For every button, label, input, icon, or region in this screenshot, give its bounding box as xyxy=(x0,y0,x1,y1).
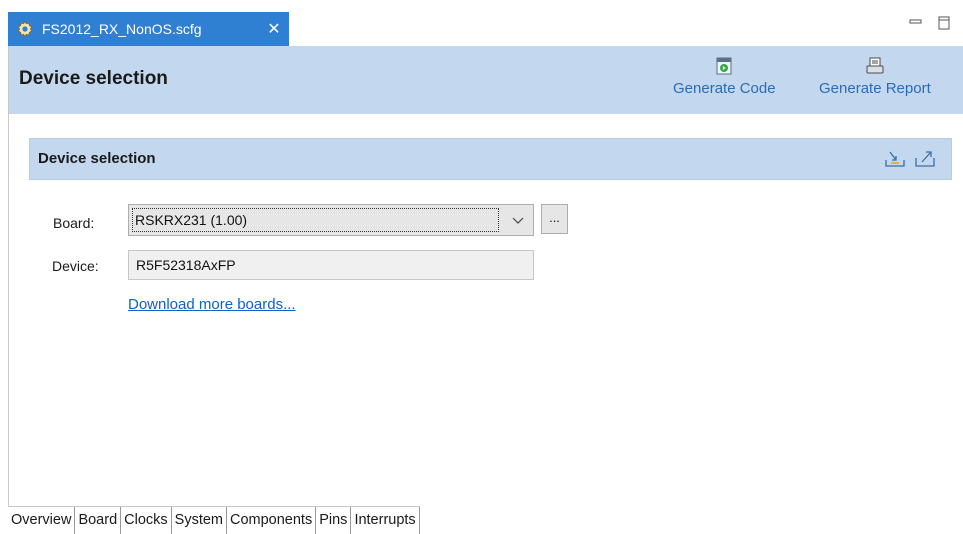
tab-title: FS2012_RX_NonOS.scfg xyxy=(42,21,202,37)
chevron-down-icon[interactable] xyxy=(509,211,527,229)
generate-code-button[interactable]: Generate Code xyxy=(673,54,776,97)
export-icon[interactable] xyxy=(913,148,937,170)
maximize-icon[interactable] xyxy=(935,14,953,32)
minimize-icon[interactable] xyxy=(907,14,925,32)
page-title: Device selection xyxy=(19,68,168,89)
form-header: Device selection Generate Code Generate … xyxy=(9,46,963,114)
generate-code-label: Generate Code xyxy=(673,80,776,97)
browse-button[interactable]: ... xyxy=(541,204,568,234)
tab-system[interactable]: System xyxy=(171,507,227,534)
page-tab-bar: Overview Board Clocks System Components … xyxy=(8,506,420,534)
section-title: Device selection xyxy=(38,150,156,167)
board-value: RSKRX231 (1.00) xyxy=(135,212,248,228)
tab-interrupts[interactable]: Interrupts xyxy=(351,507,420,534)
tab-components[interactable]: Components xyxy=(227,507,317,534)
tab-clocks[interactable]: Clocks xyxy=(121,507,172,534)
download-boards-link[interactable]: Download more boards... xyxy=(128,296,296,313)
board-label: Board: xyxy=(53,215,95,231)
generate-report-icon xyxy=(864,54,886,78)
close-icon[interactable]: ✕ xyxy=(263,18,285,40)
editor-frame: Device selection Generate Code Generate … xyxy=(8,46,963,506)
editor-tab-bar: FS2012_RX_NonOS.scfg ✕ xyxy=(0,0,963,46)
generate-report-label: Generate Report xyxy=(819,80,931,97)
import-icon[interactable] xyxy=(883,148,907,170)
tab-overview[interactable]: Overview xyxy=(8,507,76,534)
tab-pins[interactable]: Pins xyxy=(316,507,352,534)
editor-tab[interactable]: FS2012_RX_NonOS.scfg ✕ xyxy=(8,12,289,46)
board-select[interactable]: RSKRX231 (1.00) xyxy=(128,204,534,236)
section-header: Device selection xyxy=(29,138,952,180)
generate-report-button[interactable]: Generate Report xyxy=(819,54,931,97)
tab-board[interactable]: Board xyxy=(75,507,122,534)
generate-code-icon xyxy=(713,54,735,78)
device-field[interactable]: R5F52318AxFP xyxy=(128,250,534,280)
device-label: Device: xyxy=(52,258,99,274)
gear-icon xyxy=(14,18,36,40)
